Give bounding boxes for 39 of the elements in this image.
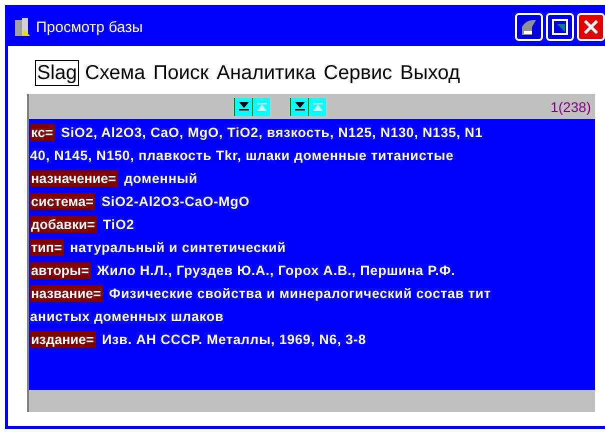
field-value: Физические свойства и минералогический состав тит (109, 286, 491, 301)
field-label: тип= (30, 239, 64, 256)
down-arrow-icon (294, 102, 304, 111)
minimize-icon (522, 20, 536, 34)
down-arrow-button[interactable] (234, 98, 252, 116)
field-label: кс= (30, 124, 55, 141)
menu-item[interactable]: Slag (35, 60, 80, 86)
down-arrow-icon (238, 102, 248, 111)
menu-item[interactable]: Схема (83, 60, 148, 86)
close-icon (584, 20, 598, 34)
field-value: SiO2-Al2O3-CaO-MgO (101, 194, 250, 209)
menu-item[interactable]: Сервис (322, 60, 394, 86)
field-label: назначение= (30, 170, 118, 187)
menu-item[interactable]: Поиск (151, 60, 211, 86)
close-button[interactable] (577, 13, 605, 41)
window-title: Просмотр базы (36, 18, 144, 36)
field-label: название= (30, 285, 104, 302)
field-value: Жило Н.Л., Груздев Ю.А., Горох А.В., Першина Р.Ф. (96, 263, 456, 278)
down-arrow-button[interactable] (290, 98, 308, 116)
field-label: авторы= (30, 262, 91, 279)
field-value: SiO2, Al2O3, CaO, MgO, TiO2, вязкость, N125, N130, N135, N1 (60, 125, 483, 140)
maximize-button[interactable] (546, 13, 574, 41)
app-icon (14, 17, 32, 37)
field-value: Изв. АН СССР. Металлы, 1969, N6, 3-8 (102, 332, 366, 347)
menu-item[interactable]: Аналитика (214, 60, 318, 86)
up-arrow-icon (312, 102, 322, 110)
field-value: 40, N145, N150, плавкость Tkr, шлаки доменные титанистые (30, 147, 454, 165)
field-value: анистых доменных шлаков (30, 308, 224, 326)
up-arrow-icon (256, 102, 266, 110)
field-label: издание= (30, 331, 96, 348)
record-counter: 1(238) (550, 98, 591, 114)
maximize-icon (552, 19, 568, 35)
field-value: натуральный и синтетический (70, 240, 286, 255)
field-label: система= (30, 193, 96, 210)
menu-item[interactable]: Выход (398, 60, 462, 86)
field-label: добавки= (30, 216, 97, 233)
field-value: доменный (124, 171, 198, 186)
field-value: TiO2 (102, 217, 134, 232)
minimize-button[interactable] (515, 13, 543, 41)
